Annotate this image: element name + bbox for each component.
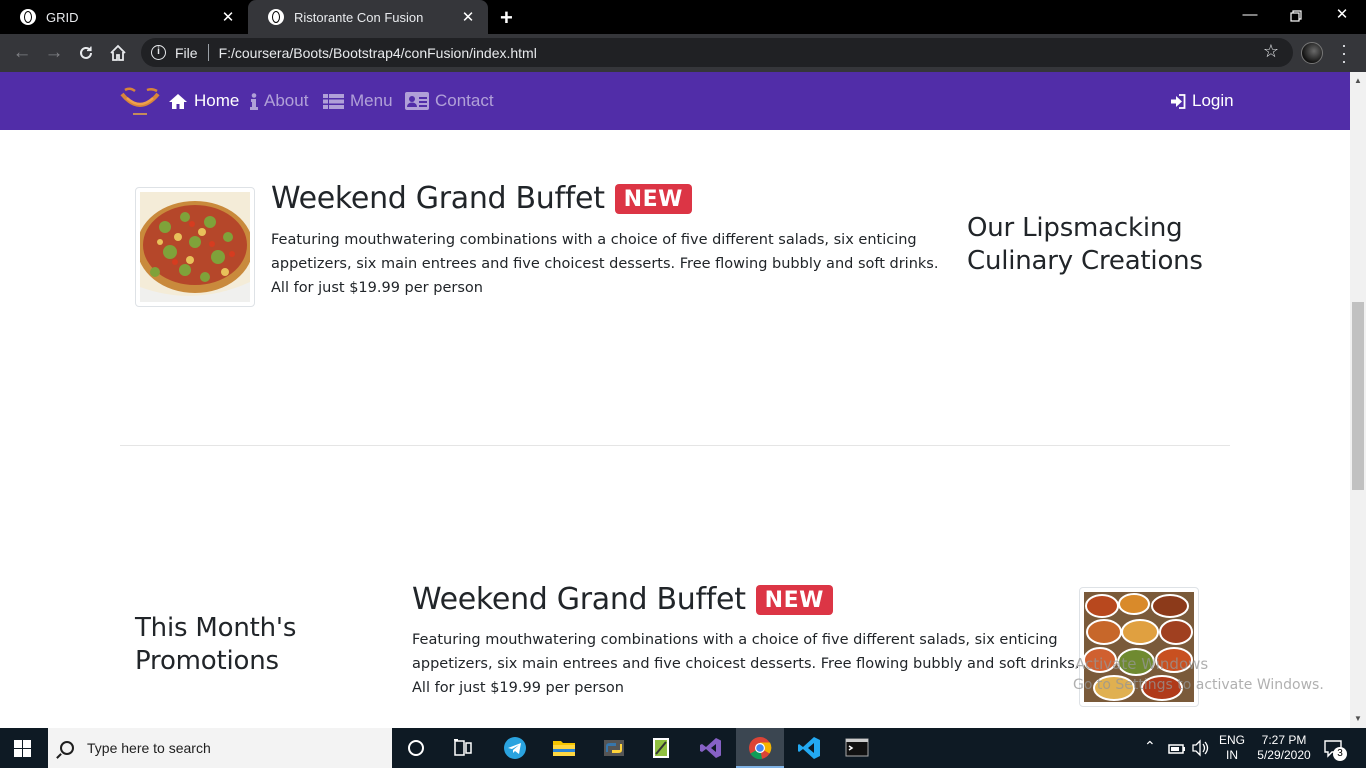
chrome-icon[interactable] xyxy=(748,736,772,760)
close-window-button[interactable]: ✕ xyxy=(1320,0,1364,34)
nav-about[interactable]: About xyxy=(250,91,308,111)
promotion-name: Weekend Grand Buffet xyxy=(412,582,746,617)
home-icon xyxy=(169,93,187,109)
close-tab-icon[interactable]: ✕ xyxy=(460,8,476,26)
reload-icon[interactable] xyxy=(73,41,99,65)
task-view-icon[interactable] xyxy=(452,736,476,760)
activate-windows-subtitle: Go to Settings to activate Windows. xyxy=(1073,677,1324,693)
new-tab-button[interactable]: + xyxy=(500,5,513,31)
file-explorer-icon[interactable] xyxy=(552,736,576,760)
nav-menu-label: Menu xyxy=(350,91,393,110)
taskbar-search-box[interactable]: Type here to search xyxy=(48,728,392,768)
action-center-icon[interactable]: 3 xyxy=(1323,738,1347,768)
heading-line: Culinary Creations xyxy=(967,246,1203,276)
info-icon xyxy=(250,92,258,110)
globe-icon xyxy=(268,9,284,25)
telegram-icon[interactable] xyxy=(503,736,527,760)
more-options-icon[interactable]: · · · xyxy=(1339,36,1349,70)
home-icon[interactable] xyxy=(105,41,131,65)
browser-tab-strip: GRID ✕ Ristorante Con Fusion ✕ + — ✕ xyxy=(0,0,1366,34)
network-icon[interactable] xyxy=(1167,738,1187,758)
python-icon[interactable] xyxy=(602,736,626,760)
address-bar[interactable]: i File F:/coursera/Boots/Bootstrap4/conF… xyxy=(141,38,1293,67)
show-hidden-icons-icon[interactable]: ⌃ xyxy=(1144,738,1156,768)
dish-name: Weekend Grand Buffet xyxy=(271,181,605,216)
featured-dish-description: Featuring mouthwatering combinations wit… xyxy=(271,232,939,296)
bookmark-star-icon[interactable]: ☆ xyxy=(1263,41,1279,62)
browser-tab-ristorante[interactable]: Ristorante Con Fusion ✕ xyxy=(248,0,488,34)
back-arrow-icon[interactable]: ← xyxy=(9,41,35,65)
vscode-icon[interactable] xyxy=(797,736,821,760)
language-indicator[interactable]: ENG IN xyxy=(1219,733,1245,768)
pizza-image xyxy=(135,187,255,307)
terminal-icon[interactable] xyxy=(845,736,869,760)
info-icon[interactable]: i xyxy=(151,45,166,60)
list-icon xyxy=(323,93,344,109)
clock-time: 7:27 PM xyxy=(1261,733,1307,747)
login-link[interactable]: Login xyxy=(1171,91,1234,111)
login-label: Login xyxy=(1192,91,1234,110)
close-tab-icon[interactable]: ✕ xyxy=(220,8,236,26)
scheme-label: File xyxy=(175,44,198,61)
nav-about-label: About xyxy=(264,91,309,110)
section-divider xyxy=(120,445,1230,446)
heading-line: This Month's xyxy=(135,613,297,643)
globe-icon xyxy=(20,9,36,25)
featured-dish-title: Weekend Grand Buffet NEW xyxy=(271,181,692,216)
minimize-button[interactable]: — xyxy=(1228,0,1272,34)
visual-studio-icon[interactable] xyxy=(699,736,723,760)
windows-taskbar: Type here to search ⌃ ENG IN 7:27 PM 5/2… xyxy=(0,728,1366,768)
scroll-up-arrow-icon[interactable]: ▲ xyxy=(1350,76,1366,85)
promotion-description: Featuring mouthwatering combinations wit… xyxy=(412,632,1080,696)
tab-title: GRID xyxy=(46,9,79,25)
site-navbar: Home About Menu Contact Login xyxy=(0,72,1350,130)
search-icon xyxy=(60,741,74,755)
new-badge: NEW xyxy=(755,584,833,615)
url-text: F:/coursera/Boots/Bootstrap4/conFusion/i… xyxy=(218,44,537,61)
language-code: ENG xyxy=(1219,733,1246,747)
heading-line: Promotions xyxy=(135,646,279,676)
tab-title: Ristorante Con Fusion xyxy=(294,9,424,25)
nav-contact-label: Contact xyxy=(435,91,494,110)
cortana-icon[interactable] xyxy=(404,736,428,760)
nav-contact[interactable]: Contact xyxy=(405,91,494,111)
profile-avatar[interactable] xyxy=(1301,42,1323,64)
nav-home[interactable]: Home xyxy=(168,91,239,111)
scroll-down-arrow-icon[interactable]: ▼ xyxy=(1350,714,1366,723)
divider xyxy=(207,44,209,61)
volume-icon[interactable] xyxy=(1190,738,1210,758)
region-code: IN xyxy=(1226,748,1238,762)
clock[interactable]: 7:27 PM 5/29/2020 xyxy=(1254,733,1314,768)
forward-arrow-icon[interactable]: → xyxy=(41,41,67,65)
page-scrollbar[interactable]: ▲ ▼ xyxy=(1350,72,1366,728)
heading-line: Our Lipsmacking xyxy=(967,213,1183,243)
featured-section-heading: Our Lipsmacking Culinary Creations xyxy=(967,212,1203,278)
windows-start-icon[interactable] xyxy=(14,740,31,757)
sign-in-icon xyxy=(1171,93,1186,109)
activate-windows-title: Activate Windows xyxy=(1075,655,1209,673)
browser-toolbar: ← → i File F:/coursera/Boots/Bootstrap4/… xyxy=(0,34,1366,72)
promotion-section-heading: This Month's Promotions xyxy=(135,612,296,678)
nav-menu[interactable]: Menu xyxy=(323,91,393,111)
scrollbar-thumb[interactable] xyxy=(1352,302,1364,490)
promotion-title: Weekend Grand Buffet NEW xyxy=(412,582,833,617)
notification-count-badge: 3 xyxy=(1333,747,1347,761)
browser-tab-grid[interactable]: GRID ✕ xyxy=(0,0,248,34)
clock-date: 5/29/2020 xyxy=(1257,748,1311,762)
restore-button[interactable] xyxy=(1274,0,1318,34)
nav-home-label: Home xyxy=(194,91,240,110)
address-card-icon xyxy=(405,92,429,110)
search-placeholder: Type here to search xyxy=(87,740,211,756)
notepad-plus-plus-icon[interactable] xyxy=(650,736,674,760)
new-badge: NEW xyxy=(614,183,692,214)
brand-logo[interactable] xyxy=(119,86,161,118)
